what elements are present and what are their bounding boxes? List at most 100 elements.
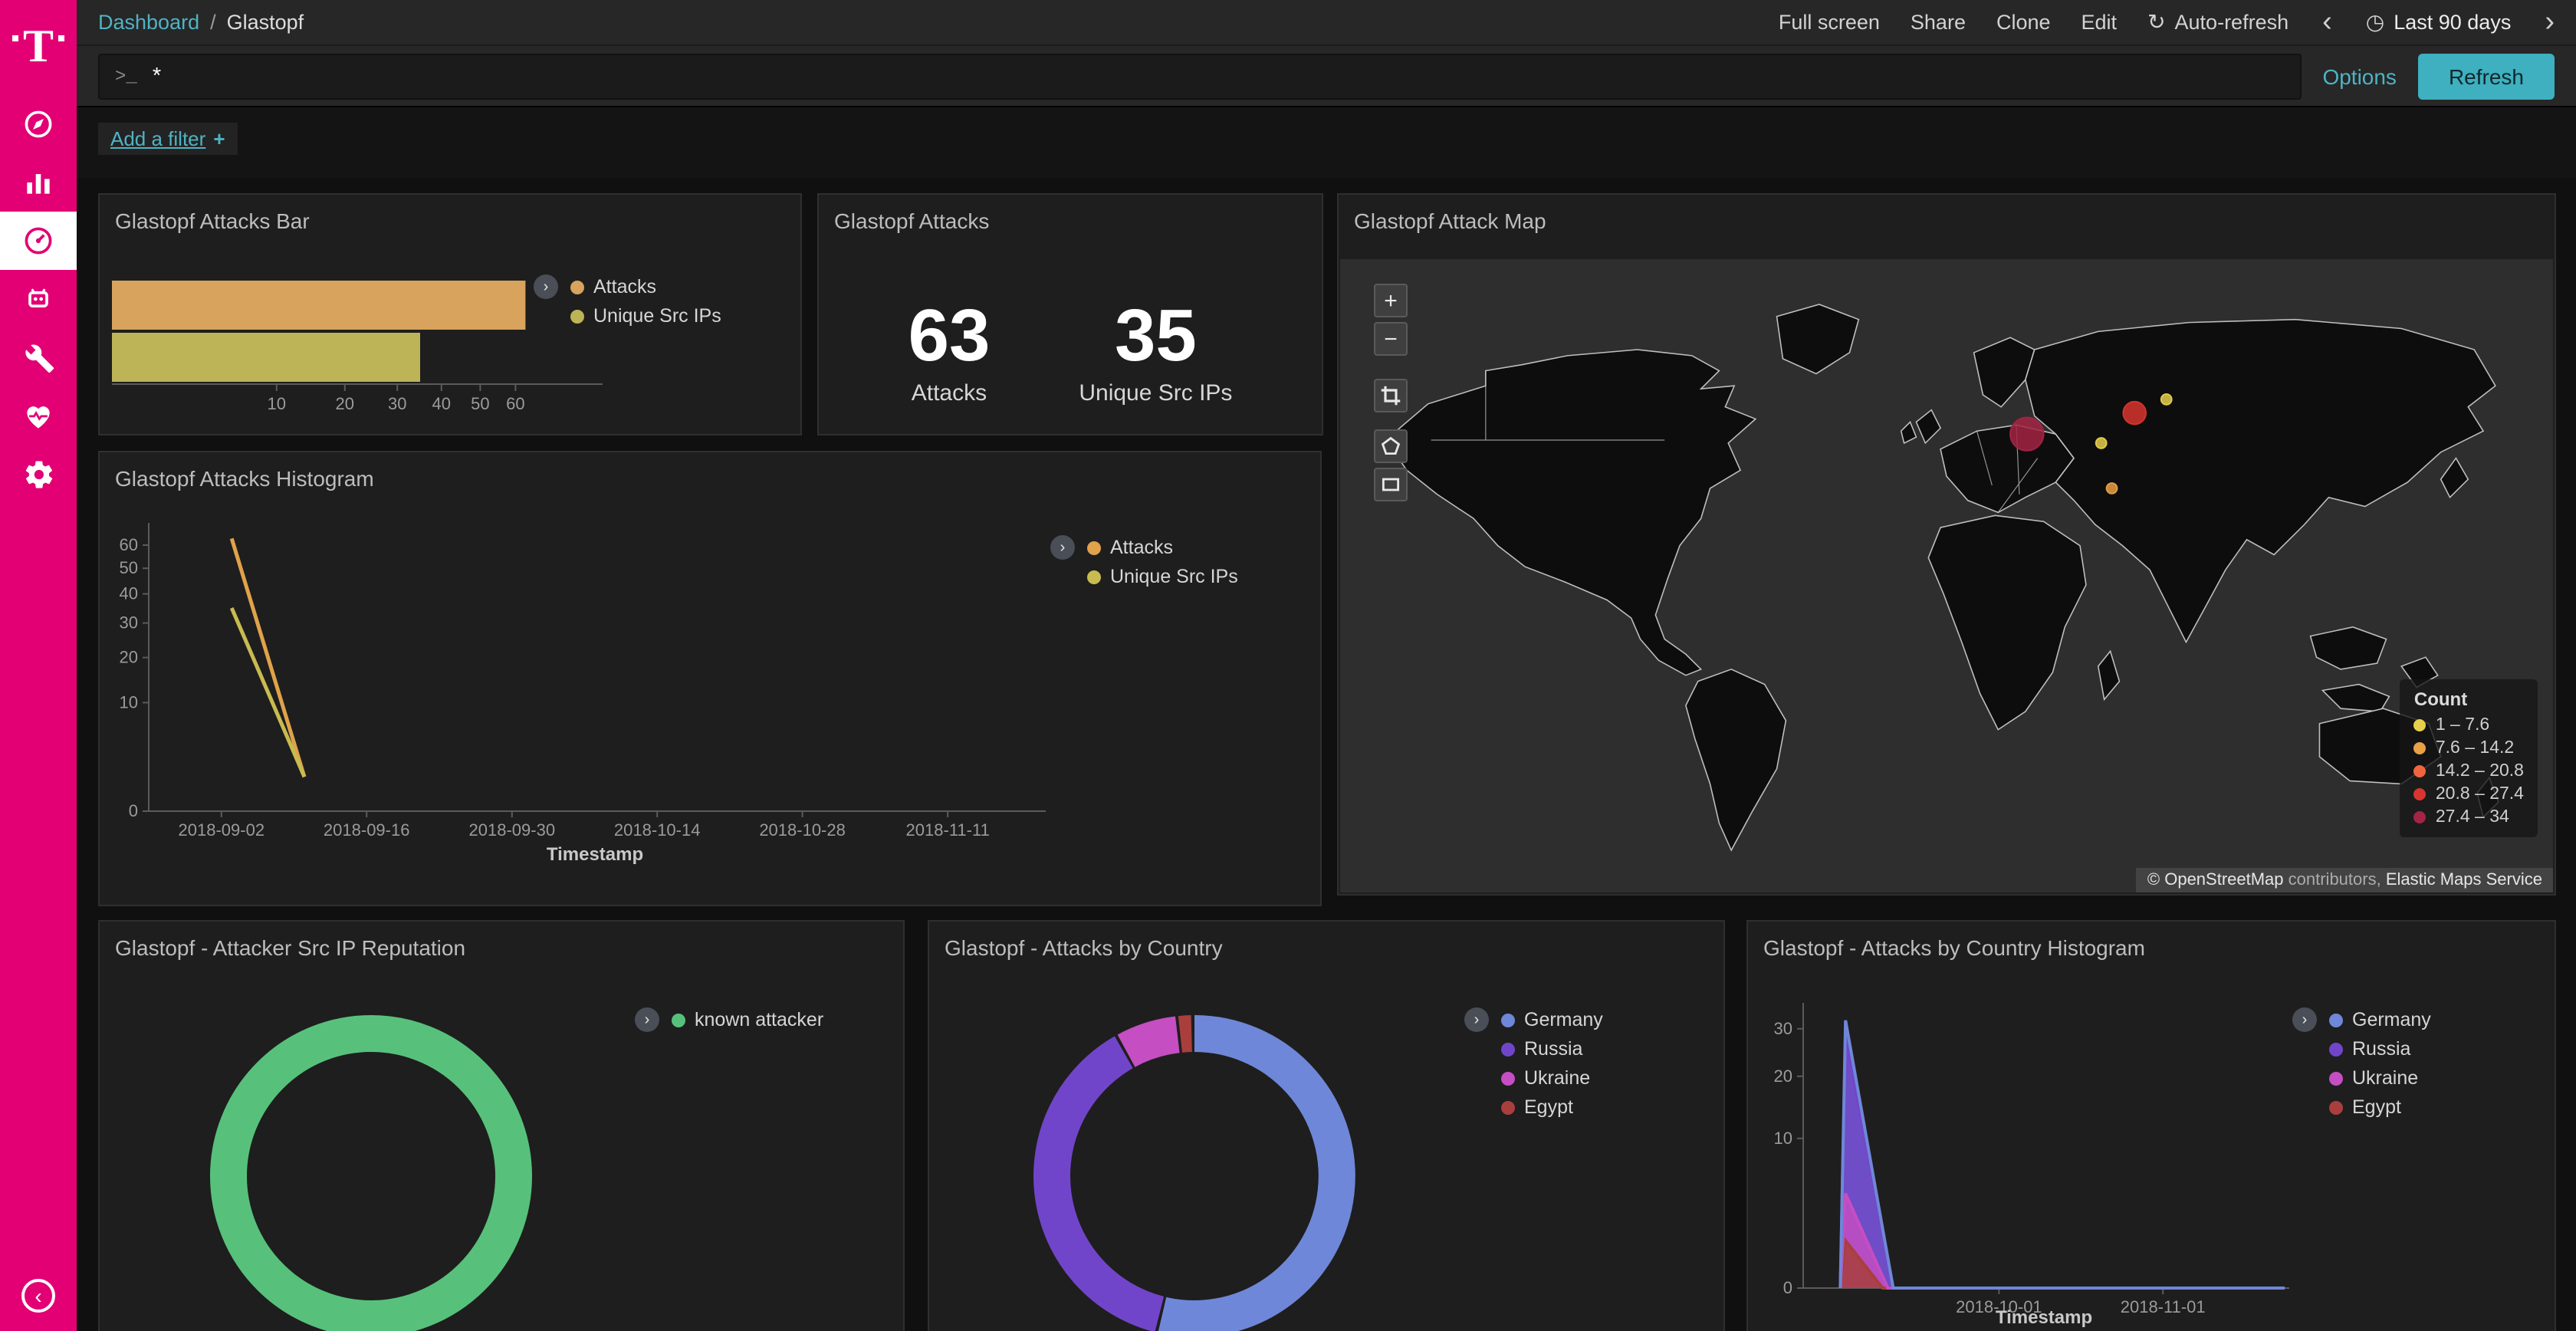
reputation-donut-chart[interactable] (210, 1015, 532, 1331)
add-filter-label: Add a filter (110, 127, 205, 150)
legend: › Germany Russia Ukraine Egypt (1464, 1007, 1603, 1118)
map-legend-range: 20.8 – 27.4 (2436, 785, 2524, 804)
svg-text:30: 30 (388, 394, 406, 413)
auto-refresh-button[interactable]: ↻ Auto-refresh (2147, 9, 2288, 35)
action-edit[interactable]: Edit (2082, 11, 2118, 34)
world-map[interactable] (1340, 259, 2553, 892)
svg-text:50: 50 (120, 558, 138, 577)
legend-color-dot (2329, 1071, 2343, 1085)
legend-item[interactable]: Ukraine (2329, 1067, 2431, 1089)
legend-item[interactable]: Russia (2329, 1038, 2431, 1060)
polygon-button[interactable] (1374, 429, 1408, 463)
compass-icon (21, 107, 55, 141)
legend-label: known attacker (695, 1009, 823, 1030)
legend-item[interactable]: Attacks (570, 276, 721, 297)
legend-item[interactable]: Germany (2329, 1009, 2431, 1030)
legend-label: Germany (1524, 1009, 1603, 1030)
attack-point[interactable] (2107, 483, 2118, 494)
metric-value: 35 (1079, 301, 1232, 374)
ems-link[interactable]: Elastic Maps Service (2386, 871, 2542, 889)
time-back-chevron-icon[interactable]: ‹ (2319, 8, 2335, 37)
rectangle-button[interactable] (1374, 468, 1408, 501)
crop-button[interactable] (1374, 379, 1408, 412)
attack-point[interactable] (2010, 418, 2044, 451)
legend-label: Russia (1524, 1038, 1582, 1060)
legend-color-dot (570, 309, 584, 323)
breadcrumb-current: Glastopf (227, 11, 304, 34)
legend-toggle-icon[interactable]: › (534, 274, 558, 299)
panel-attacks-bar: Glastopf Attacks Bar 102030405060 ›Attac… (98, 193, 802, 435)
legend-toggle-icon[interactable]: › (2292, 1007, 2317, 1032)
legend-label: Egypt (2352, 1096, 2401, 1118)
crop-icon (1380, 385, 1401, 406)
sidebar-item-wrench[interactable] (0, 328, 77, 386)
attack-point[interactable] (2161, 394, 2172, 405)
country-donut-chart[interactable] (1033, 1015, 1355, 1331)
legend-item[interactable]: Unique Src IPs (570, 305, 721, 327)
attack-point[interactable] (2123, 402, 2146, 425)
map-legend-dot (2414, 811, 2426, 823)
country-histogram-chart[interactable]: 01020302018-10-012018-11-01Timestamp (1760, 995, 2328, 1331)
legend-item[interactable]: Russia (1501, 1038, 1603, 1060)
legend-toggle-icon[interactable]: › (1464, 1007, 1489, 1032)
osm-link[interactable]: OpenStreetMap (2164, 871, 2283, 889)
map-legend-range: 27.4 – 34 (2436, 808, 2509, 827)
options-link[interactable]: Options (2322, 64, 2397, 88)
panel-title: Glastopf Attack Map (1339, 195, 2555, 239)
legend-item[interactable]: Egypt (2329, 1096, 2431, 1118)
map-legend-item: 20.8 – 27.4 (2414, 785, 2524, 804)
legend-color-dot (1501, 1100, 1515, 1114)
legend-toggle-icon[interactable]: › (635, 1007, 659, 1032)
legend-item[interactable]: Attacks (1087, 537, 1238, 558)
attacks-histogram-chart[interactable]: 01020304050602018-09-022018-09-162018-09… (106, 514, 1087, 869)
legend-item[interactable]: Unique Src IPs (1087, 566, 1238, 587)
logo-letter: T (23, 25, 54, 71)
breadcrumb-dashboard-link[interactable]: Dashboard (98, 11, 199, 34)
telekom-logo[interactable]: T (12, 0, 64, 95)
add-filter-button[interactable]: Add a filter + (98, 123, 238, 155)
sidebar-item-compass[interactable] (0, 95, 77, 153)
attack-map[interactable]: +− Count1 – 7.67.6 – 14.214.2 – 20.820.8… (1340, 259, 2553, 892)
svg-text:2018-11-01: 2018-11-01 (2121, 1297, 2206, 1316)
logo-dot (12, 35, 18, 41)
legend-items: Germany Russia Ukraine Egypt (1501, 1007, 1603, 1118)
time-range-picker[interactable]: ◷ Last 90 days (2366, 9, 2512, 35)
legend-items: known attacker (672, 1007, 823, 1030)
map-legend-dot (2414, 719, 2426, 731)
legend-color-dot (570, 280, 584, 294)
sidebar-item-bug[interactable] (0, 270, 77, 328)
map-legend-range: 14.2 – 20.8 (2436, 762, 2524, 781)
action-share[interactable]: Share (1911, 11, 1966, 34)
search-input[interactable]: >_ * (98, 53, 2301, 99)
action-clone[interactable]: Clone (1996, 11, 2051, 34)
legend-item[interactable]: Germany (1501, 1009, 1603, 1030)
sidebar-item-bar-chart[interactable] (0, 153, 77, 212)
sidebar-item-heartbeat[interactable] (0, 386, 77, 445)
zoom-in-button[interactable]: + (1374, 284, 1408, 317)
sidebar-item-gear[interactable] (0, 445, 77, 503)
panel-src-ip-reputation: Glastopf - Attacker Src IP Reputation ›k… (98, 920, 905, 1331)
metric-value: 63 (909, 301, 991, 374)
action-full-screen[interactable]: Full screen (1779, 11, 1880, 34)
refresh-button[interactable]: Refresh (2418, 53, 2555, 99)
legend-item[interactable]: Egypt (1501, 1096, 1603, 1118)
map-legend-item: 7.6 – 14.2 (2414, 739, 2524, 758)
sidebar-collapse-button[interactable]: ‹ (21, 1279, 55, 1313)
continents (1385, 304, 2498, 850)
metric-row: 63 Attacks 35 Unique Src IPs (819, 301, 1322, 406)
sidebar-item-gauge[interactable] (0, 212, 77, 270)
map-legend-title: Count (2414, 689, 2524, 710)
legend-item[interactable]: Ukraine (1501, 1067, 1603, 1089)
attack-point[interactable] (2096, 438, 2107, 449)
legend-items: Attacks Unique Src IPs (570, 274, 721, 327)
metric-label: Unique Src IPs (1079, 380, 1232, 406)
legend-toggle-icon[interactable]: › (1050, 535, 1075, 560)
metric-label: Attacks (909, 380, 991, 406)
attacks-bar-chart[interactable]: 102030405060 (109, 238, 615, 429)
zoom-out-button[interactable]: − (1374, 322, 1408, 356)
legend-item[interactable]: known attacker (672, 1009, 823, 1030)
sidebar-bottom: ‹ (21, 1279, 55, 1313)
time-forward-chevron-icon[interactable]: › (2542, 8, 2558, 37)
legend-color-dot (1501, 1071, 1515, 1085)
legend-color-dot (672, 1013, 685, 1027)
